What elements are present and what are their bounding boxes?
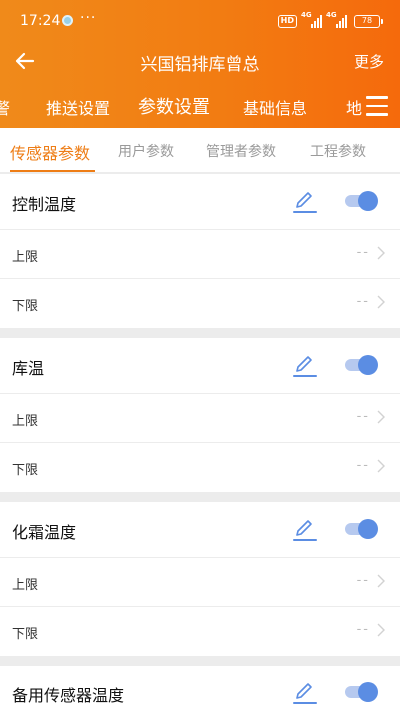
tab-address[interactable]: 地 bbox=[346, 95, 362, 119]
page-title: 兴国铝排库曾总 bbox=[140, 55, 260, 75]
app-header: 17:24 ··· HD 4G 4G 78 兴国铝排库曾总 更多 警 推送设置 … bbox=[0, 0, 400, 128]
upper-limit-value: -- bbox=[356, 573, 370, 588]
section-header: 控制温度 bbox=[0, 174, 400, 230]
subtab-sensor-params[interactable]: 传感器参数 bbox=[10, 140, 90, 164]
menu-icon[interactable] bbox=[366, 96, 388, 116]
active-tab-underline bbox=[10, 170, 95, 172]
chevron-right-icon bbox=[377, 459, 385, 473]
status-bar: 17:24 ··· HD 4G 4G 78 bbox=[0, 0, 400, 44]
tab-basic-info[interactable]: 基础信息 bbox=[243, 95, 307, 119]
upper-limit-row[interactable]: 上限 -- bbox=[0, 558, 400, 607]
sub-tabs: 传感器参数 用户参数 管理者参数 工程参数 bbox=[0, 128, 400, 172]
tab-alarm[interactable]: 警 bbox=[0, 95, 10, 119]
section-header: 化霜温度 bbox=[0, 502, 400, 558]
top-tabs: 警 推送设置 参数设置 基础信息 地 bbox=[0, 86, 400, 126]
chevron-right-icon bbox=[377, 574, 385, 588]
chevron-right-icon bbox=[377, 246, 385, 260]
lower-limit-value: -- bbox=[356, 294, 370, 309]
signal-icon: 4G bbox=[301, 11, 322, 28]
lower-limit-row[interactable]: 下限 -- bbox=[0, 607, 400, 656]
enable-toggle[interactable] bbox=[345, 191, 379, 211]
upper-limit-row[interactable]: 上限 -- bbox=[0, 230, 400, 279]
notification-icon bbox=[62, 15, 73, 26]
section-title: 控制温度 bbox=[12, 195, 77, 214]
upper-limit-row[interactable]: 上限 -- bbox=[0, 394, 400, 443]
edit-icon[interactable] bbox=[292, 679, 318, 705]
subtab-user-params[interactable]: 用户参数 bbox=[118, 141, 174, 161]
signal-icon-2: 4G bbox=[326, 11, 347, 28]
status-right: HD 4G 4G 78 bbox=[277, 11, 383, 28]
section-title: 库温 bbox=[12, 359, 45, 378]
upper-limit-value: -- bbox=[356, 409, 370, 424]
section-backup-sensor-temp: 备用传感器温度 bbox=[0, 666, 400, 711]
upper-limit-value: -- bbox=[356, 245, 370, 260]
tab-push-settings[interactable]: 推送设置 bbox=[46, 95, 110, 119]
section-title: 化霜温度 bbox=[12, 523, 77, 542]
lower-limit-row[interactable]: 下限 -- bbox=[0, 443, 400, 492]
edit-icon[interactable] bbox=[292, 188, 318, 214]
battery-icon: 78 bbox=[354, 14, 383, 28]
section-control-temp: 控制温度 上限 -- 下限 -- bbox=[0, 174, 400, 328]
lower-limit-row[interactable]: 下限 -- bbox=[0, 279, 400, 328]
section-header: 备用传感器温度 bbox=[0, 666, 400, 711]
status-time: 17:24 bbox=[20, 13, 61, 29]
subtab-project-params[interactable]: 工程参数 bbox=[310, 141, 366, 161]
lower-limit-value: -- bbox=[356, 622, 370, 637]
chevron-right-icon bbox=[377, 295, 385, 309]
section-storage-temp: 库温 上限 -- 下限 -- bbox=[0, 338, 400, 492]
tab-param-settings[interactable]: 参数设置 bbox=[138, 93, 210, 119]
enable-toggle[interactable] bbox=[345, 682, 379, 702]
more-button[interactable]: 更多 bbox=[354, 51, 384, 72]
hd-badge: HD bbox=[277, 14, 297, 28]
chevron-right-icon bbox=[377, 410, 385, 424]
subtab-admin-params[interactable]: 管理者参数 bbox=[206, 141, 276, 161]
lower-limit-value: -- bbox=[356, 458, 370, 473]
edit-icon[interactable] bbox=[292, 516, 318, 542]
nav-bar: 兴国铝排库曾总 更多 bbox=[0, 44, 400, 78]
section-defrost-temp: 化霜温度 上限 -- 下限 -- bbox=[0, 502, 400, 656]
edit-icon[interactable] bbox=[292, 352, 318, 378]
enable-toggle[interactable] bbox=[345, 519, 379, 539]
enable-toggle[interactable] bbox=[345, 355, 379, 375]
chevron-right-icon bbox=[377, 623, 385, 637]
more-notifications-icon: ··· bbox=[80, 10, 97, 26]
section-header: 库温 bbox=[0, 338, 400, 394]
section-title: 备用传感器温度 bbox=[12, 686, 125, 705]
